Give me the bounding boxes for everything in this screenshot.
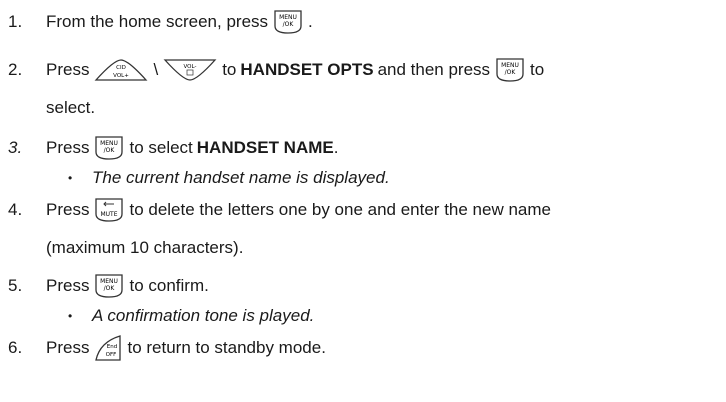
bullet: • (68, 171, 73, 185)
svg-text:VOL+: VOL+ (114, 73, 130, 79)
svg-text:MENU: MENU (279, 14, 297, 21)
mute-key-icon: MUTE (94, 197, 124, 223)
menu-option-name: HANDSET OPTS (240, 60, 374, 79)
step-number: 1. (8, 12, 23, 31)
svg-text:MENU: MENU (101, 278, 119, 285)
note-text: The current handset name is displayed. (92, 168, 390, 187)
svg-text:End: End (107, 344, 117, 350)
svg-text:OFF: OFF (106, 352, 117, 358)
menu-ok-key-icon: MENU /OK (94, 135, 124, 161)
vol-down-key-icon: VOL- (163, 58, 217, 82)
svg-text:MUTE: MUTE (101, 211, 118, 218)
step-text: From the home screen, press (46, 12, 269, 31)
step-number: 2. (8, 60, 23, 79)
note-text: A confirmation tone is played. (92, 306, 315, 325)
svg-text:MENU: MENU (501, 62, 519, 69)
vol-up-key-icon: CID VOL+ (94, 58, 148, 82)
step-number: 6. (8, 338, 23, 357)
menu-ok-key-icon: MENU /OK (495, 57, 525, 83)
svg-text:/OK: /OK (104, 147, 116, 154)
menu-option-name: HANDSET NAME (196, 138, 334, 157)
svg-text:MENU: MENU (101, 140, 119, 147)
step-number: 3. (8, 138, 23, 157)
svg-text:/OK: /OK (505, 69, 517, 76)
end-off-key-icon: End OFF (94, 334, 122, 362)
svg-text:/OK: /OK (283, 21, 295, 28)
svg-text:VOL-: VOL- (184, 64, 197, 70)
svg-text:CID: CID (117, 65, 127, 71)
svg-text:/OK: /OK (104, 285, 116, 292)
step-number: 5. (8, 276, 23, 295)
bullet: • (68, 309, 73, 323)
menu-ok-key-icon: MENU /OK (273, 9, 303, 35)
step-number: 4. (8, 200, 23, 219)
menu-ok-key-icon: MENU /OK (94, 273, 124, 299)
